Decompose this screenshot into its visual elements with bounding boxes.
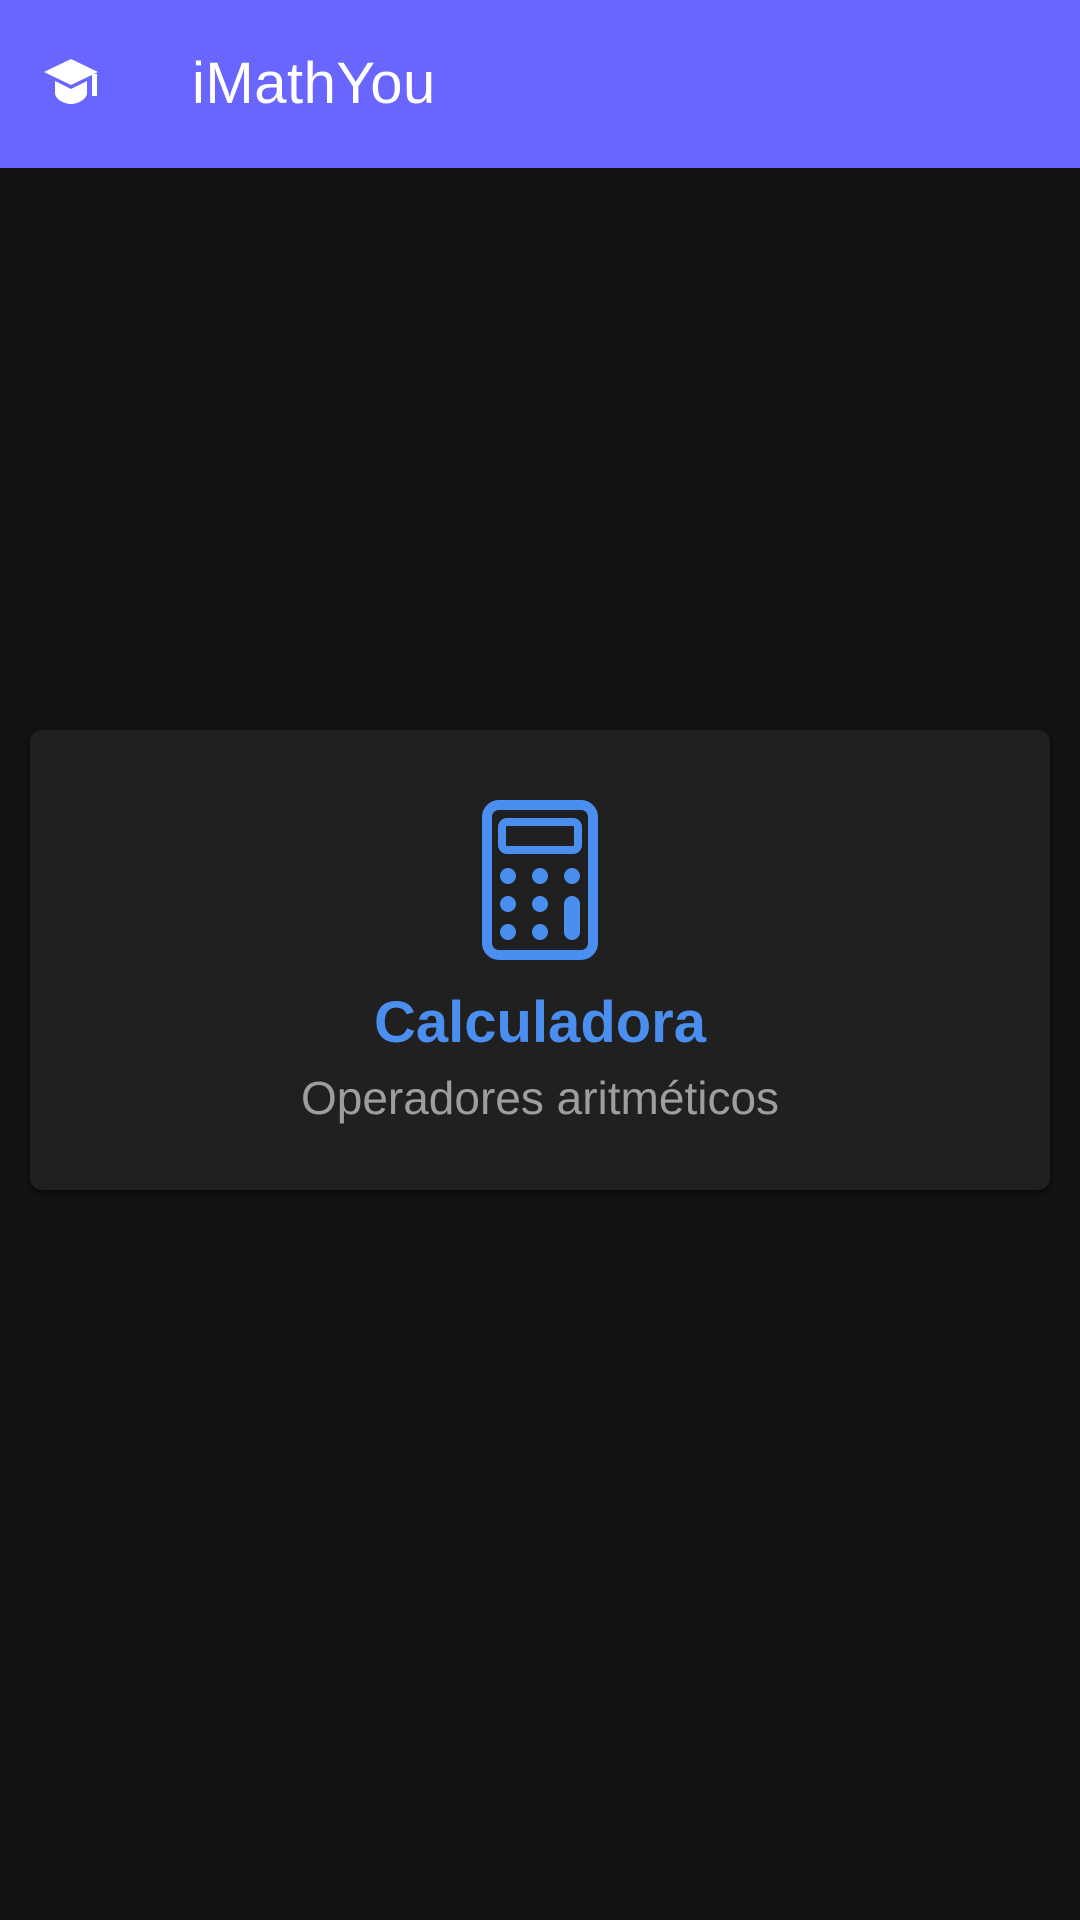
app-bar: iMathYou (0, 0, 1080, 168)
card-title: Calculadora (374, 990, 706, 1055)
graduation-cap-icon (44, 59, 98, 104)
main-content: Calculadora Operadores aritméticos (0, 168, 1080, 1920)
card-subtitle: Operadores aritméticos (300, 1072, 780, 1124)
calculator-card[interactable]: Calculadora Operadores aritméticos (30, 730, 1050, 1190)
app-title: iMathYou (192, 51, 436, 116)
calculator-icon (482, 800, 598, 960)
